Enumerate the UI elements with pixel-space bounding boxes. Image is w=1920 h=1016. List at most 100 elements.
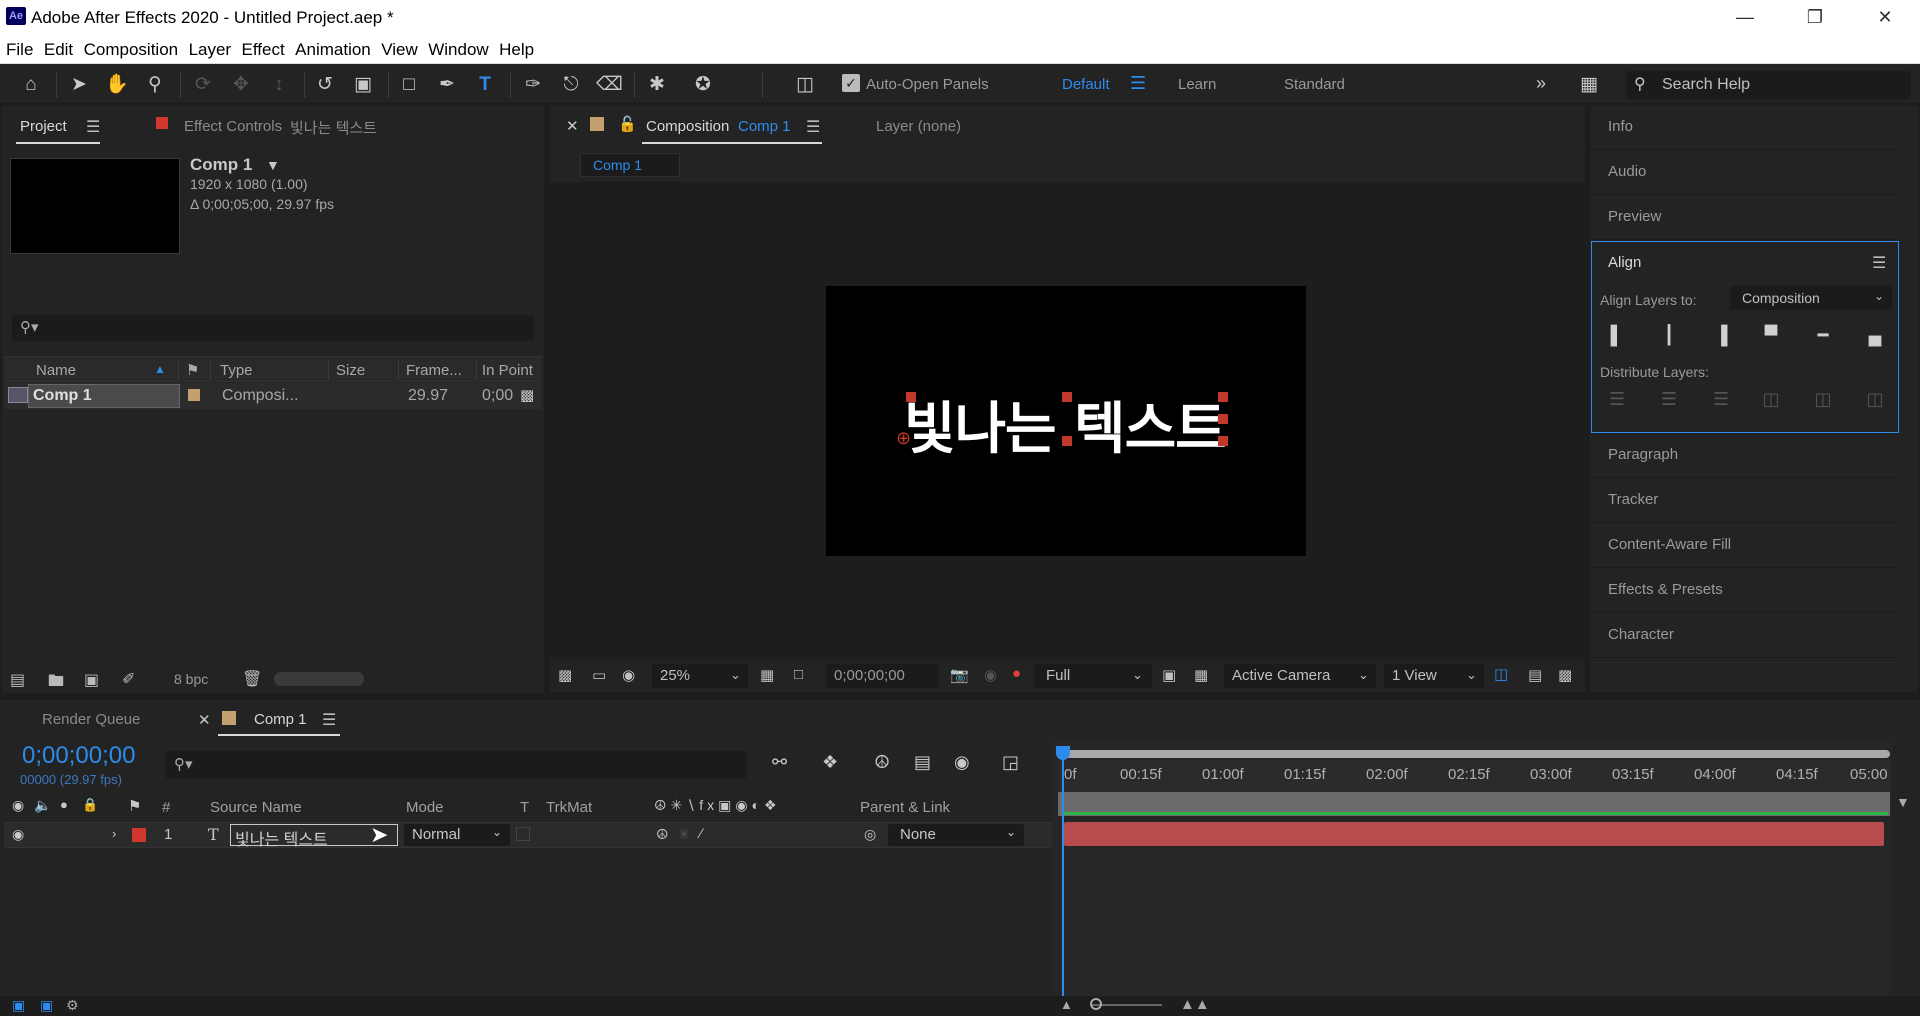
tab-composition[interactable]: Composition xyxy=(646,118,729,135)
distribute-top-icon[interactable]: ☰ xyxy=(1604,386,1630,412)
eye-icon[interactable]: ◉ xyxy=(12,797,24,814)
work-area-bar[interactable] xyxy=(1058,750,1890,758)
playhead[interactable] xyxy=(1062,752,1064,996)
align-top-icon[interactable]: ▀ xyxy=(1758,322,1784,348)
tab-layer[interactable]: Layer (none) xyxy=(876,118,961,135)
distribute-vertical-center-icon[interactable]: ☰ xyxy=(1656,386,1682,412)
bit-depth-label[interactable]: 8 bpc xyxy=(174,671,208,687)
type-tool-icon[interactable]: T xyxy=(472,72,498,98)
menu-view[interactable]: View xyxy=(381,36,418,60)
flowchart-icon[interactable]: ▩ xyxy=(520,386,534,404)
chevron-right-icon[interactable]: › xyxy=(112,826,116,841)
content-aware-fill-panel-header[interactable]: Content-Aware Fill xyxy=(1590,524,1898,568)
shy-switch-icon[interactable]: ☮ xyxy=(656,826,669,843)
mask-view-icon[interactable]: ◉ xyxy=(622,666,635,684)
label-color-swatch[interactable] xyxy=(188,389,200,401)
menu-effect[interactable]: Effect xyxy=(242,36,285,60)
roto-brush-tool-icon[interactable]: ✱ xyxy=(644,72,670,98)
puppet-pin-tool-icon[interactable]: ✪ xyxy=(690,72,716,98)
layer-switches-toggle-icon[interactable]: ▣ xyxy=(12,997,25,1014)
trash-icon[interactable]: 🗑 xyxy=(242,669,262,689)
auto-open-panels-checkbox[interactable]: ✓ xyxy=(842,74,860,92)
preserve-transparency-checkbox[interactable] xyxy=(516,827,530,841)
tab-composition-comp[interactable]: Comp 1 xyxy=(738,118,791,135)
thumbnail-slider[interactable] xyxy=(274,672,364,686)
fast-previews-icon[interactable]: ▤ xyxy=(1528,666,1542,684)
anchor-point-icon[interactable]: ⊕ xyxy=(896,428,911,449)
fast-preview-icon[interactable]: ▣ xyxy=(1162,666,1176,684)
pan-camera-icon[interactable]: ✥ xyxy=(228,72,254,98)
timeline-end-marker-icon[interactable]: ▼ xyxy=(1896,794,1910,810)
tab-timeline-comp[interactable]: Comp 1 xyxy=(254,711,307,728)
new-folder-icon[interactable]: 🖿 xyxy=(48,670,64,697)
views-dropdown[interactable]: 1 View ⌄ xyxy=(1384,664,1484,688)
distribute-bottom-icon[interactable]: ☰ xyxy=(1708,386,1734,412)
clone-stamp-tool-icon[interactable]: ⎋ xyxy=(558,72,584,98)
tab-project[interactable]: Project xyxy=(20,118,67,135)
menu-edit[interactable]: Edit xyxy=(44,36,73,60)
brush-tool-icon[interactable]: ✑ xyxy=(520,72,546,98)
project-settings-icon[interactable]: ✐ xyxy=(122,669,135,689)
workspace-menu-icon[interactable]: ☰ xyxy=(1130,73,1146,94)
comp-flowchart-icon[interactable]: ▩ xyxy=(1558,666,1572,684)
parent-dropdown[interactable]: None ⌄ xyxy=(888,824,1024,846)
menu-composition[interactable]: Composition xyxy=(84,36,179,60)
lock-icon[interactable]: 🔓 xyxy=(618,115,637,133)
effects-presets-panel-header[interactable]: Effects & Presets xyxy=(1590,569,1898,613)
interpret-footage-icon[interactable]: ▤ xyxy=(10,670,25,690)
shy-layers-icon[interactable]: ☮ xyxy=(874,752,890,773)
collapse-switch-icon[interactable]: ✳ xyxy=(678,826,690,843)
menu-help[interactable]: Help xyxy=(499,36,534,60)
panel-menu-icon[interactable]: ☰ xyxy=(1872,253,1886,273)
eye-icon[interactable]: ◉ xyxy=(12,826,24,843)
panel-menu-icon[interactable]: ☰ xyxy=(806,117,820,137)
column-frame-rate[interactable]: Frame... xyxy=(406,362,462,379)
in-out-duration-toggle-icon[interactable]: ⚙ xyxy=(66,997,79,1014)
zoom-out-icon[interactable]: ▲ xyxy=(1060,997,1073,1012)
zoom-tool-icon[interactable]: ⚲ xyxy=(142,72,168,98)
snapshot-camera-icon[interactable]: 📷 xyxy=(950,666,969,684)
dolly-camera-icon[interactable]: ↕ xyxy=(266,72,292,98)
workspace-learn[interactable]: Learn xyxy=(1178,76,1216,93)
menu-layer[interactable]: Layer xyxy=(189,36,232,60)
transform-handle[interactable] xyxy=(1218,414,1228,424)
lock-icon[interactable]: 🔒 xyxy=(82,797,98,813)
playhead-handle[interactable] xyxy=(1056,746,1070,760)
panel-toggle-icon[interactable]: ◫ xyxy=(792,72,818,98)
align-left-icon[interactable]: ▌ xyxy=(1604,322,1630,348)
tab-render-queue[interactable]: Render Queue xyxy=(42,711,140,728)
blend-mode-dropdown[interactable]: Normal ⌄ xyxy=(404,824,510,846)
tab-effect-controls[interactable]: Effect Controls xyxy=(184,118,282,135)
motion-blur-icon[interactable]: ◉ xyxy=(954,752,970,773)
align-horizontal-center-icon[interactable]: ┃ xyxy=(1656,322,1682,348)
audio-panel-header[interactable]: Audio xyxy=(1590,151,1898,195)
close-tab-icon[interactable]: ✕ xyxy=(566,117,579,135)
distribute-horizontal-center-icon[interactable]: ◫ xyxy=(1810,386,1836,412)
always-preview-icon[interactable]: ▩ xyxy=(558,666,572,684)
current-time-display[interactable]: 0;00;00;00 xyxy=(22,742,135,770)
layer-duration-bar[interactable] xyxy=(1064,822,1884,846)
comp-navigator-tab[interactable]: Comp 1 xyxy=(580,153,680,177)
workspace-default[interactable]: Default xyxy=(1062,76,1110,93)
close-icon[interactable]: ✕ xyxy=(1850,0,1920,36)
distribute-left-icon[interactable]: ◫ xyxy=(1758,386,1784,412)
channel-rgb-icon[interactable]: ● xyxy=(1012,665,1021,682)
frame-blending-icon[interactable]: ▤ xyxy=(914,752,931,773)
column-type[interactable]: Type xyxy=(220,362,253,379)
pan-behind-tool-icon[interactable]: ▣ xyxy=(350,72,376,98)
close-tab-icon[interactable]: ✕ xyxy=(198,711,211,729)
tracker-panel-header[interactable]: Tracker xyxy=(1590,479,1898,523)
zoom-dropdown[interactable]: 25% ⌄ xyxy=(652,664,748,688)
panel-menu-icon[interactable]: ☰ xyxy=(86,117,100,137)
menu-file[interactable]: File xyxy=(6,36,33,60)
project-item-name-cell[interactable]: Comp 1 xyxy=(28,384,180,408)
transfer-controls-toggle-icon[interactable]: ▣ xyxy=(40,997,53,1014)
column-trkmat[interactable]: TrkMat xyxy=(546,799,592,816)
column-source-name[interactable]: Source Name xyxy=(210,799,302,816)
draft-3d-icon[interactable]: ❖ xyxy=(822,752,838,773)
transform-handle[interactable] xyxy=(1062,392,1072,402)
info-panel-header[interactable]: Info xyxy=(1590,106,1898,150)
comp-mini-flowchart-icon[interactable]: ⚯ xyxy=(772,752,787,773)
timeline-search-input[interactable]: ⚲▾ xyxy=(166,751,746,779)
layer-label-swatch[interactable] xyxy=(132,828,146,842)
